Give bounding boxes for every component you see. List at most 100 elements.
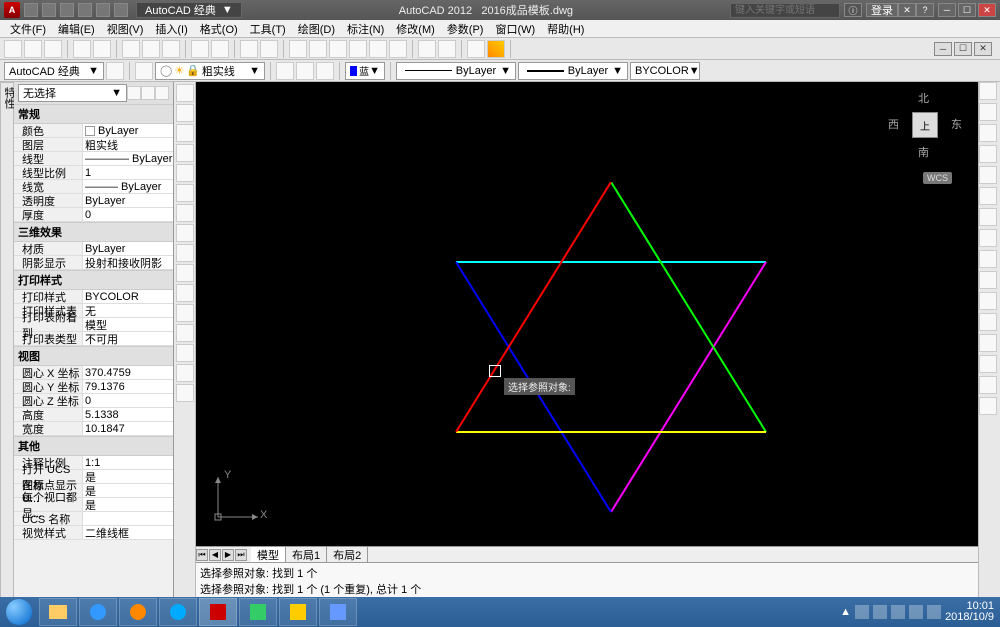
plot-icon[interactable] (73, 40, 91, 58)
prop-value[interactable]: 0 (82, 394, 173, 407)
prop-value[interactable]: 投射和接收阴影 (82, 256, 173, 269)
offset-icon[interactable] (979, 145, 997, 163)
doc-close-button[interactable]: ✕ (974, 42, 992, 56)
tray-shield-icon[interactable] (873, 605, 887, 619)
taskbar-app1[interactable] (239, 598, 277, 626)
prop-value[interactable]: ———— ByLayer (82, 152, 173, 165)
copy-obj-icon[interactable] (979, 103, 997, 121)
qat-open-icon[interactable] (42, 3, 56, 17)
prop-value[interactable]: 370.4759 (82, 366, 173, 379)
text-icon[interactable] (176, 224, 194, 242)
move-icon[interactable] (979, 187, 997, 205)
table-icon[interactable] (176, 264, 194, 282)
design-center-icon[interactable] (309, 40, 327, 58)
join-icon[interactable] (979, 334, 997, 352)
rotate-icon[interactable] (979, 208, 997, 226)
point-icon[interactable] (176, 284, 194, 302)
qat-new-icon[interactable] (24, 3, 38, 17)
layer-props-icon[interactable] (135, 62, 153, 80)
preview-icon[interactable] (93, 40, 111, 58)
quickselect-icon[interactable] (155, 86, 169, 100)
break-icon[interactable] (979, 313, 997, 331)
wcs-badge[interactable]: WCS (923, 172, 952, 184)
pline-icon[interactable] (176, 104, 194, 122)
pan-icon[interactable] (240, 40, 258, 58)
tool-palette-icon[interactable] (329, 40, 347, 58)
tab-layout2[interactable]: 布局2 (327, 547, 368, 563)
plotstyle-combo[interactable]: BYCOLOR▼ (630, 62, 700, 80)
viewcube-top-face[interactable]: 上 (912, 112, 938, 138)
help-icon[interactable]: ? (916, 3, 934, 17)
line-icon[interactable] (176, 84, 194, 102)
layer-match-icon[interactable] (276, 62, 294, 80)
prop-group-其他[interactable]: 其他 (14, 436, 173, 456)
new-icon[interactable] (4, 40, 22, 58)
doc-restore-button[interactable]: ☐ (954, 42, 972, 56)
tray-network-icon[interactable] (891, 605, 905, 619)
maximize-button[interactable]: ☐ (958, 3, 976, 17)
prop-value[interactable]: 79.1376 (82, 380, 173, 393)
revcloud-icon[interactable] (176, 324, 194, 342)
array-icon[interactable] (979, 166, 997, 184)
model-viewport[interactable]: 选择参照对象: 北 南 西 东 上 WCS Y X (196, 82, 978, 546)
fillet-icon[interactable] (979, 376, 997, 394)
menu-修改[interactable]: 修改(M) (390, 21, 441, 37)
stretch-icon[interactable] (979, 250, 997, 268)
app-logo-icon[interactable]: A (4, 2, 20, 18)
prop-group-视图[interactable]: 视图 (14, 346, 173, 366)
tray-flag-icon[interactable] (855, 605, 869, 619)
trim-icon[interactable] (979, 271, 997, 289)
zoom-icon[interactable] (260, 40, 278, 58)
explode-icon[interactable] (979, 397, 997, 415)
layer-combo[interactable]: ◯☀🔒 粗实线▼ (155, 62, 265, 80)
qat-save-icon[interactable] (60, 3, 74, 17)
prop-group-打印样式[interactable]: 打印样式 (14, 270, 173, 290)
menu-绘图[interactable]: 绘图(D) (292, 21, 341, 37)
erase-icon[interactable] (979, 82, 997, 100)
menu-标注[interactable]: 标注(N) (341, 21, 390, 37)
menu-窗口[interactable]: 窗口(W) (489, 21, 541, 37)
tray-clock[interactable]: 10:012018/10/9 (945, 601, 994, 623)
taskbar-search[interactable] (159, 598, 197, 626)
tab-next-button[interactable]: ▶ (222, 549, 234, 561)
prop-value[interactable]: 无 (82, 304, 173, 317)
doc-minimize-button[interactable]: ─ (934, 42, 952, 56)
properties-titlebar-vertical[interactable]: 特性 (0, 82, 14, 602)
tab-first-button[interactable]: ⏮ (196, 549, 208, 561)
scale-icon[interactable] (979, 229, 997, 247)
close-button[interactable]: ✕ (978, 3, 996, 17)
menu-帮助[interactable]: 帮助(H) (541, 21, 590, 37)
help-search-input[interactable] (730, 3, 840, 18)
properties-icon[interactable] (289, 40, 307, 58)
arc-icon[interactable] (176, 144, 194, 162)
tab-layout1[interactable]: 布局1 (286, 547, 327, 563)
prop-value[interactable]: 不可用 (82, 332, 173, 345)
redo-icon[interactable] (211, 40, 229, 58)
open-icon[interactable] (24, 40, 42, 58)
menu-文件[interactable]: 文件(F) (4, 21, 52, 37)
taskbar-ie[interactable] (79, 598, 117, 626)
prop-value[interactable]: 1 (82, 166, 173, 179)
calc-icon[interactable] (389, 40, 407, 58)
prop-value[interactable] (82, 512, 173, 525)
prop-value[interactable]: BYCOLOR (82, 290, 173, 303)
tab-prev-button[interactable]: ◀ (209, 549, 221, 561)
minimize-button[interactable]: ─ (938, 3, 956, 17)
hatch-icon[interactable] (487, 40, 505, 58)
tab-model[interactable]: 模型 (251, 547, 286, 563)
prop-value[interactable]: ByLayer (82, 242, 173, 255)
command-line[interactable]: 选择参照对象: 找到 1 个 选择参照对象: 找到 1 个 (1 个重复), 总… (196, 562, 978, 602)
menu-工具[interactable]: 工具(T) (244, 21, 292, 37)
prop-value[interactable]: 是 (82, 484, 173, 497)
paste-icon[interactable] (162, 40, 180, 58)
qat-redo-icon[interactable] (96, 3, 110, 17)
markup-icon[interactable] (369, 40, 387, 58)
taskbar-autocad[interactable] (199, 598, 237, 626)
login-button[interactable]: 登录 (866, 3, 898, 17)
layer-icon[interactable] (418, 40, 436, 58)
prop-value[interactable]: 10.1847 (82, 422, 173, 435)
menu-格式[interactable]: 格式(O) (194, 21, 244, 37)
qat-print-icon[interactable] (114, 3, 128, 17)
taskbar-explorer[interactable] (39, 598, 77, 626)
menu-编辑[interactable]: 编辑(E) (52, 21, 101, 37)
